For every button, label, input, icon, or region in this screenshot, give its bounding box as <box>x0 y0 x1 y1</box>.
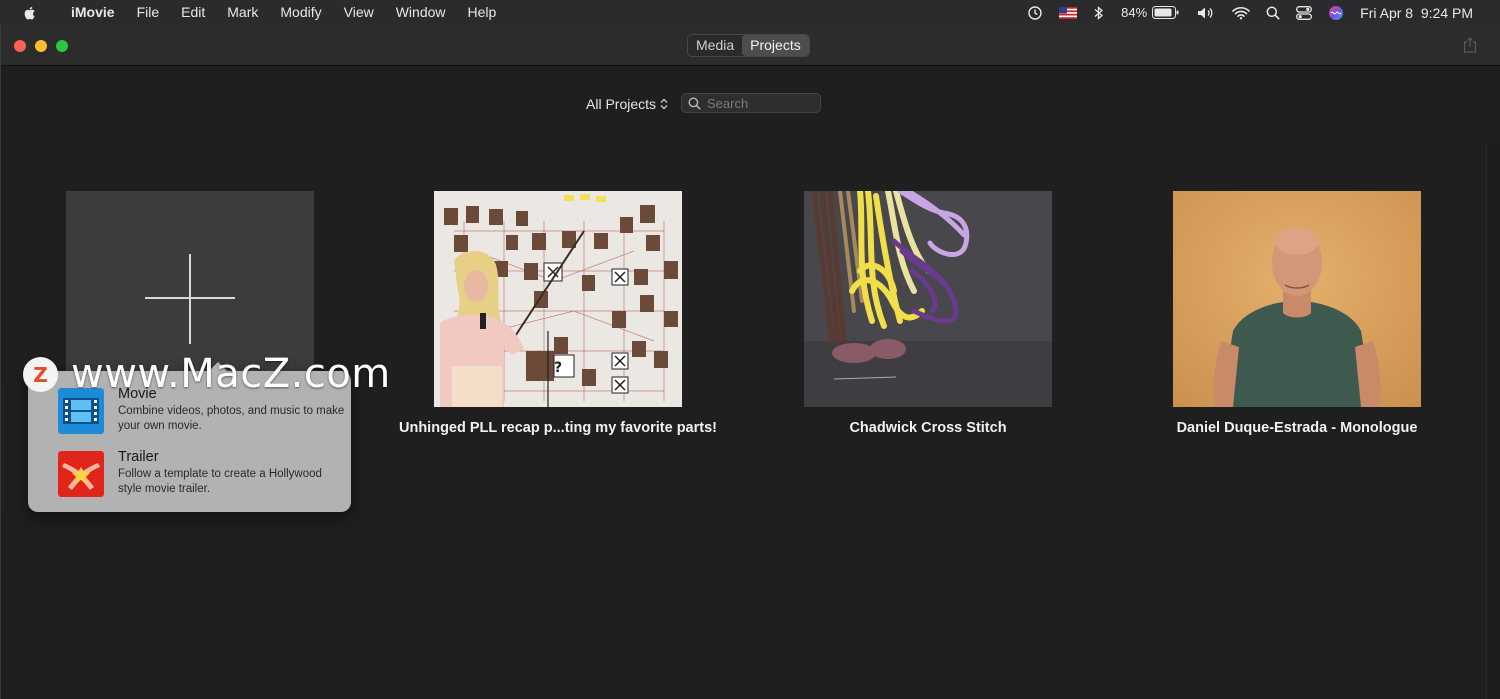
battery-percent: 84% <box>1121 5 1148 20</box>
menu-file[interactable]: File <box>126 0 171 25</box>
menu-mark[interactable]: Mark <box>216 0 269 25</box>
apple-icon[interactable] <box>22 5 38 21</box>
project-thumbnail-cross-stitch[interactable] <box>804 191 1052 407</box>
siri-icon[interactable] <box>1320 0 1352 25</box>
menu-help[interactable]: Help <box>457 0 508 25</box>
menu-edit[interactable]: Edit <box>170 0 216 25</box>
window-titlebar: Media Projects <box>1 25 1500 66</box>
volume-icon[interactable] <box>1188 0 1224 25</box>
menu-view[interactable]: View <box>333 0 385 25</box>
new-trailer-option[interactable]: Trailer Follow a template to create a Ho… <box>58 449 348 499</box>
movie-option-description: Combine videos, photos, and music to mak… <box>118 405 345 432</box>
menu-modify[interactable]: Modify <box>269 0 332 25</box>
zoom-window-button[interactable] <box>56 40 68 52</box>
project-title[interactable]: Unhinged PLL recap p...ting my favorite … <box>384 420 732 436</box>
project-title[interactable]: Daniel Duque-Estrada - Monologue <box>1123 420 1471 436</box>
project-thumbnail-pll-recap[interactable]: ? <box>434 191 682 407</box>
trailer-option-description: Follow a template to create a Hollywood … <box>118 468 322 495</box>
search-input[interactable] <box>707 95 817 111</box>
project-thumbnail-image: ? <box>434 191 682 407</box>
menu-window[interactable]: Window <box>385 0 457 25</box>
svg-text:?: ? <box>554 360 562 376</box>
tab-projects[interactable]: Projects <box>742 35 809 56</box>
project-title[interactable]: Chadwick Cross Stitch <box>780 420 1076 436</box>
control-center-icon[interactable] <box>1288 0 1320 25</box>
share-icon[interactable] <box>1463 37 1477 53</box>
trailer-star-icon <box>58 451 104 497</box>
close-window-button[interactable] <box>14 40 26 52</box>
imovie-window: Media Projects All Projects Search ? Unh… <box>0 25 1500 699</box>
project-thumbnail-monologue[interactable] <box>1173 191 1421 407</box>
minimize-window-button[interactable] <box>35 40 47 52</box>
project-thumbnail-image <box>1173 191 1421 407</box>
wifi-icon[interactable] <box>1224 0 1258 25</box>
search-field[interactable] <box>681 93 821 113</box>
clock[interactable]: Fri Apr 8 9:24 PM <box>1352 0 1481 25</box>
tab-media[interactable]: Media <box>688 35 742 56</box>
battery-icon <box>1152 6 1179 19</box>
project-filter-popup[interactable]: All Projects <box>586 96 668 112</box>
project-thumbnail-image <box>804 191 1052 407</box>
search-icon <box>688 97 701 110</box>
time-machine-icon[interactable] <box>1019 0 1051 25</box>
watermark-text: www.MacZ.com <box>71 351 391 397</box>
us-flag-icon[interactable] <box>1051 0 1085 25</box>
project-filter-label: All Projects <box>586 96 657 112</box>
updown-chevron-icon <box>660 98 668 110</box>
vertical-scrollbar[interactable] <box>1486 143 1500 699</box>
watermark-logo: Z <box>23 357 58 392</box>
battery-status[interactable]: 84% <box>1113 0 1188 25</box>
trailer-option-title: Trailer <box>118 449 159 465</box>
spotlight-icon[interactable] <box>1258 0 1288 25</box>
menu-app-name[interactable]: iMovie <box>60 0 126 25</box>
media-projects-switcher: Media Projects <box>687 34 810 57</box>
menu-bar: iMovie File Edit Mark Modify View Window… <box>0 0 1500 25</box>
bluetooth-icon[interactable] <box>1085 0 1113 25</box>
